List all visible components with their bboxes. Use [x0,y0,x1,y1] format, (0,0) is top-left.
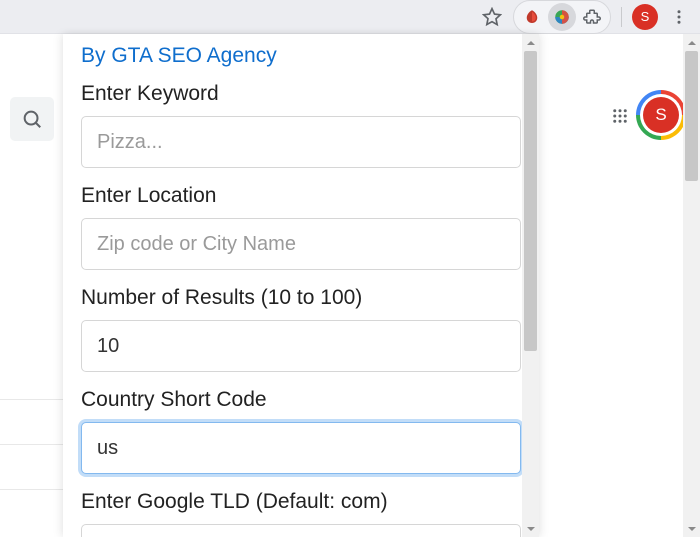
google-account-avatar[interactable]: S [636,90,686,140]
country-input[interactable] [81,422,521,474]
extensions-puzzle-icon[interactable] [578,3,606,31]
scroll-track[interactable] [522,51,539,520]
location-label: Enter Location [81,184,521,208]
scroll-track[interactable] [683,51,700,520]
toolbar-divider [621,7,622,27]
bg-divider [0,399,63,400]
tld-input[interactable] [81,524,521,537]
page-scrollbar[interactable] [683,34,700,537]
bookmark-star-icon[interactable] [477,2,507,32]
popup-byline[interactable]: By GTA SEO Agency [81,44,521,68]
popup-scrollbar[interactable] [522,34,539,537]
location-input[interactable] [81,218,521,270]
keyword-label: Enter Keyword [81,82,521,106]
browser-profile-avatar[interactable]: S [632,4,658,30]
results-label: Number of Results (10 to 100) [81,286,521,310]
browser-menu-icon[interactable] [664,2,694,32]
google-apps-icon[interactable] [606,102,634,130]
scroll-thumb[interactable] [524,51,537,351]
bg-divider [0,489,63,490]
country-label: Country Short Code [81,388,521,412]
tld-label: Enter Google TLD (Default: com) [81,490,521,514]
page-stage: S By GTA SEO Agency Enter Keyword Enter … [0,34,700,537]
extension-active-icon[interactable] [548,3,576,31]
scroll-up-icon[interactable] [683,34,700,51]
scroll-up-icon[interactable] [522,34,539,51]
extensions-group [513,0,611,34]
keyword-input[interactable] [81,116,521,168]
google-account-initial: S [643,97,679,133]
scroll-down-icon[interactable] [522,520,539,537]
extension-leaf-icon[interactable] [518,3,546,31]
results-input[interactable] [81,320,521,372]
google-search-icon[interactable] [10,97,54,141]
scroll-thumb[interactable] [685,51,698,181]
bg-divider [0,444,63,445]
extension-popup: By GTA SEO Agency Enter Keyword Enter Lo… [63,34,539,537]
browser-toolbar: S [0,0,700,34]
scroll-down-icon[interactable] [683,520,700,537]
